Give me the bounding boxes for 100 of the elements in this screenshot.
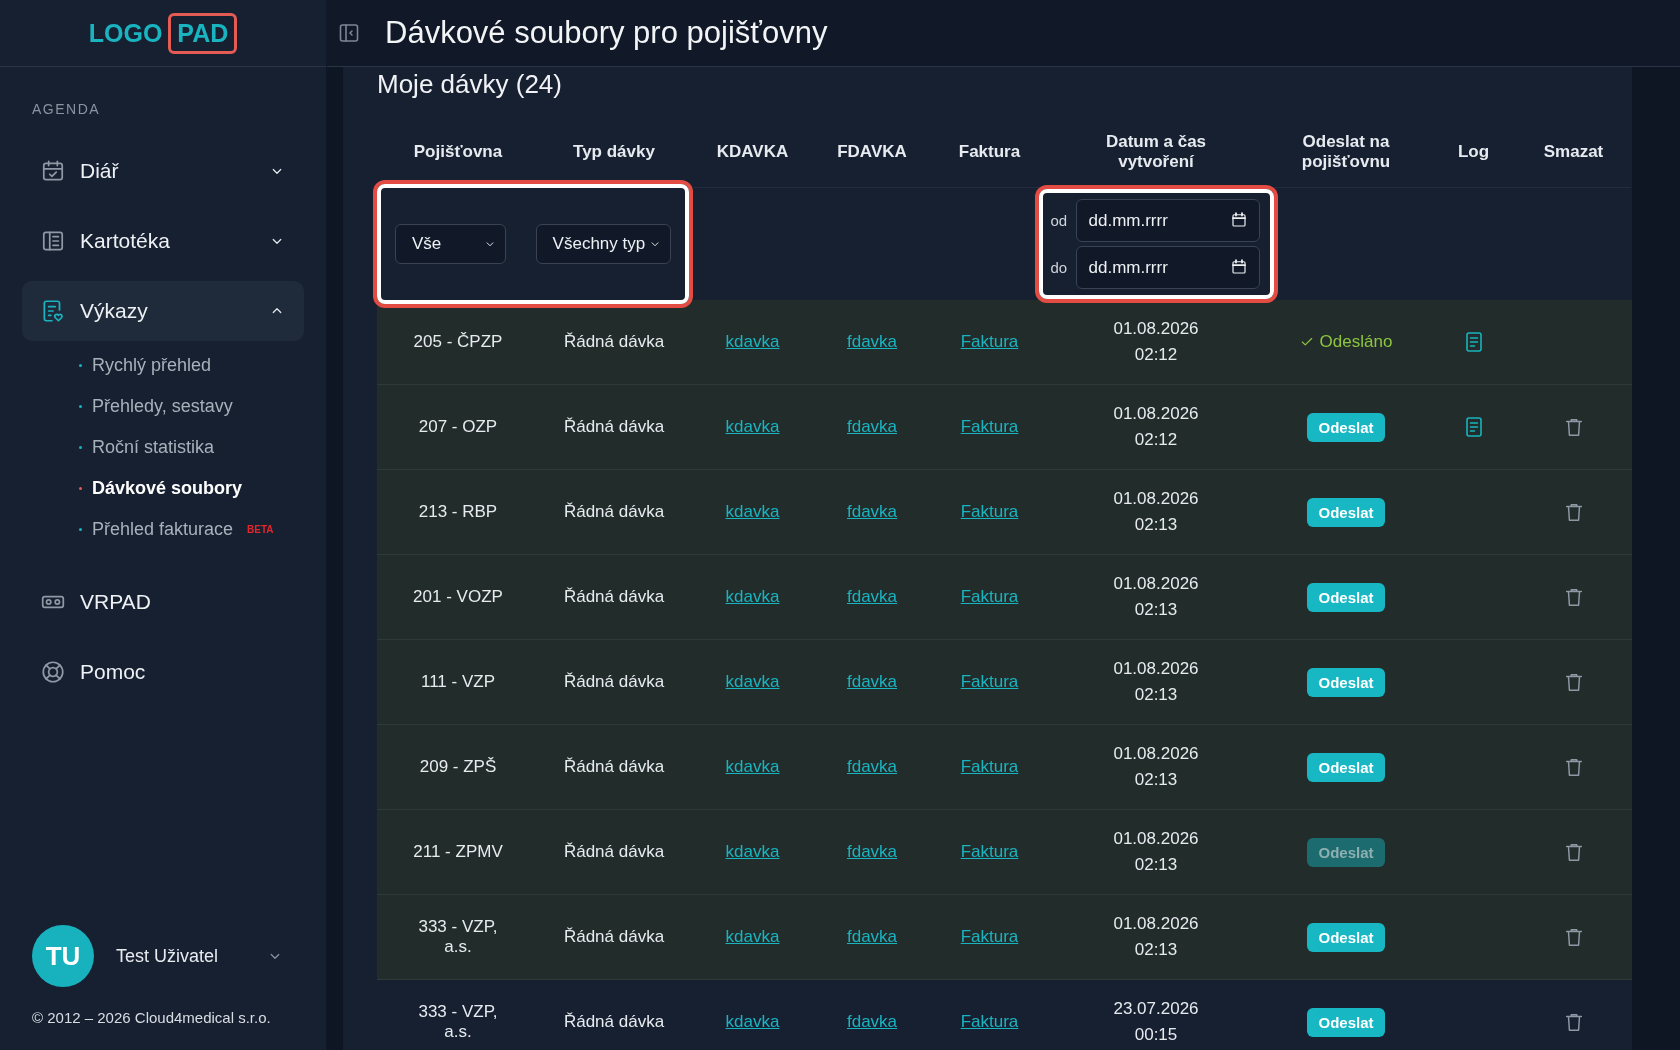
kdavka-link[interactable]: kdavka [725,587,780,607]
batch-type: Řádná dávka [563,1012,665,1032]
submenu-item[interactable]: Přehled fakturace [79,519,234,540]
sent-status: Odesláno [1319,332,1393,352]
created-time: 02:13 [1133,600,1179,620]
beta-label: BETA [247,524,274,535]
check-icon [1299,335,1314,349]
insurer-text: 211 - ZPMV [413,842,503,862]
created-time: 02:13 [1133,770,1179,790]
submenu-item[interactable]: Rychlý přehled [79,355,212,376]
kdavka-link[interactable]: kdavka [725,417,780,437]
created-time: 00:15 [1133,1025,1179,1045]
created-date: 01.08.2026 [1113,659,1199,679]
date-field[interactable]: dd.mm.rrrr [1075,246,1260,289]
kdavka-link[interactable]: kdavka [725,927,780,947]
kdavka-link[interactable]: kdavka [725,842,780,862]
insurer-text: 209 - ZPŠ [419,757,497,777]
nav-item[interactable]: VRPAD [22,572,304,632]
kdavka-link[interactable]: kdavka [725,332,780,352]
fdavka-link[interactable]: fdavka [846,842,898,862]
insurer-text: 333 - VZP, a.s. [417,1002,499,1042]
created-date: 01.08.2026 [1113,319,1199,339]
created-date: 01.08.2026 [1113,744,1199,764]
page-title: Dávkové soubory pro pojišťovny [385,15,828,51]
batch-type: Řádná dávka [563,417,665,437]
created-date: 01.08.2026 [1113,914,1199,934]
invoice-link[interactable]: Faktura [960,672,1019,692]
created-time: 02:13 [1133,515,1179,535]
user-avatar: TU [32,925,94,987]
insurer-select[interactable]: Vše [395,224,506,264]
fdavka-link[interactable]: fdavka [846,1012,898,1032]
sidebar-toggle-icon[interactable] [337,21,361,45]
fdavka-link[interactable]: fdavka [846,757,898,777]
kdavka-link[interactable]: kdavka [725,757,780,777]
created-time: 02:13 [1133,685,1179,705]
invoice-link[interactable]: Faktura [960,927,1019,947]
invoice-link[interactable]: Faktura [960,502,1019,522]
kdavka-link[interactable]: kdavka [725,502,780,522]
type-select[interactable]: Všechny typ [535,224,671,264]
column-header: Typ dávky [539,116,689,188]
insurer-text: 111 - VZP [421,672,495,692]
fdavka-link[interactable]: fdavka [846,332,898,352]
insurer-text: 213 - RBP [418,502,498,522]
nav-item[interactable]: Výkazy [22,281,304,341]
batch-type: Řádná dávka [563,927,665,947]
column-header: Faktura [928,116,1051,188]
calendar-icon [1229,211,1248,229]
kdavka-link[interactable]: kdavka [725,672,780,692]
column-header: KDAVKA [689,116,816,188]
created-time: 02:12 [1133,430,1179,450]
insurer-text: 201 - VOZP [413,587,503,607]
fdavka-link[interactable]: fdavka [846,417,898,437]
card-title: Moje dávky (24) [377,69,563,100]
invoice-link[interactable]: Faktura [960,842,1019,862]
date-label: od [1050,212,1069,229]
nav-item[interactable]: Diář [22,141,304,201]
batch-type: Řádná dávka [563,502,665,522]
created-date: 01.08.2026 [1113,489,1199,509]
column-header: Log [1431,116,1516,188]
date-field[interactable]: dd.mm.rrrr [1075,199,1260,242]
fdavka-link[interactable]: fdavka [846,927,898,947]
submenu-item[interactable]: Roční statistika [79,437,215,458]
column-header: Datum a čas vytvoření [1051,116,1261,188]
created-time: 02:13 [1133,940,1179,960]
column-header: FDAVKA [816,116,928,188]
insurer-text: 205 - ČPZP [413,332,503,352]
fdavka-link[interactable]: fdavka [846,502,898,522]
fdavka-link[interactable]: fdavka [846,587,898,607]
document-heart-icon [40,298,66,324]
nav-item[interactable]: Pomoc [22,642,304,702]
invoice-link[interactable]: Faktura [960,332,1019,352]
invoice-link[interactable]: Faktura [960,1012,1019,1032]
submenu-item[interactable]: Přehledy, sestavy [79,396,233,417]
user-name[interactable]: Test Uživatel [116,945,266,967]
batch-type: Řádná dávka [563,332,665,352]
created-date: 01.08.2026 [1113,829,1199,849]
batch-type: Řádná dávka [563,757,665,777]
date-label: do [1050,259,1069,276]
submenu-item[interactable]: Dávkové soubory [79,478,243,499]
column-header: Pojišťovna [377,116,539,188]
created-time: 02:13 [1133,855,1179,875]
copyright-text: © 2012 – 2026 Cloud4medical s.r.o. [32,1009,272,1026]
insurer-text: 333 - VZP, a.s. [417,917,499,957]
insurer-text: 207 - OZP [418,417,498,437]
column-header: Smazat [1516,116,1631,188]
created-date: 01.08.2026 [1113,574,1199,594]
invoice-link[interactable]: Faktura [960,417,1019,437]
created-date: 01.08.2026 [1113,404,1199,424]
nav-item[interactable]: Kartotéka [22,211,304,271]
calendar-icon [40,158,66,184]
column-header: Odeslat na pojišťovnu [1261,116,1431,188]
created-time: 02:12 [1133,345,1179,365]
invoice-link[interactable]: Faktura [960,757,1019,777]
book-icon [40,228,66,254]
kdavka-link[interactable]: kdavka [725,1012,780,1032]
logo: LOGO PAD [88,12,238,54]
invoice-link[interactable]: Faktura [960,587,1019,607]
fdavka-link[interactable]: fdavka [846,672,898,692]
lifebuoy-icon [40,659,66,685]
batch-type: Řádná dávka [563,672,665,692]
